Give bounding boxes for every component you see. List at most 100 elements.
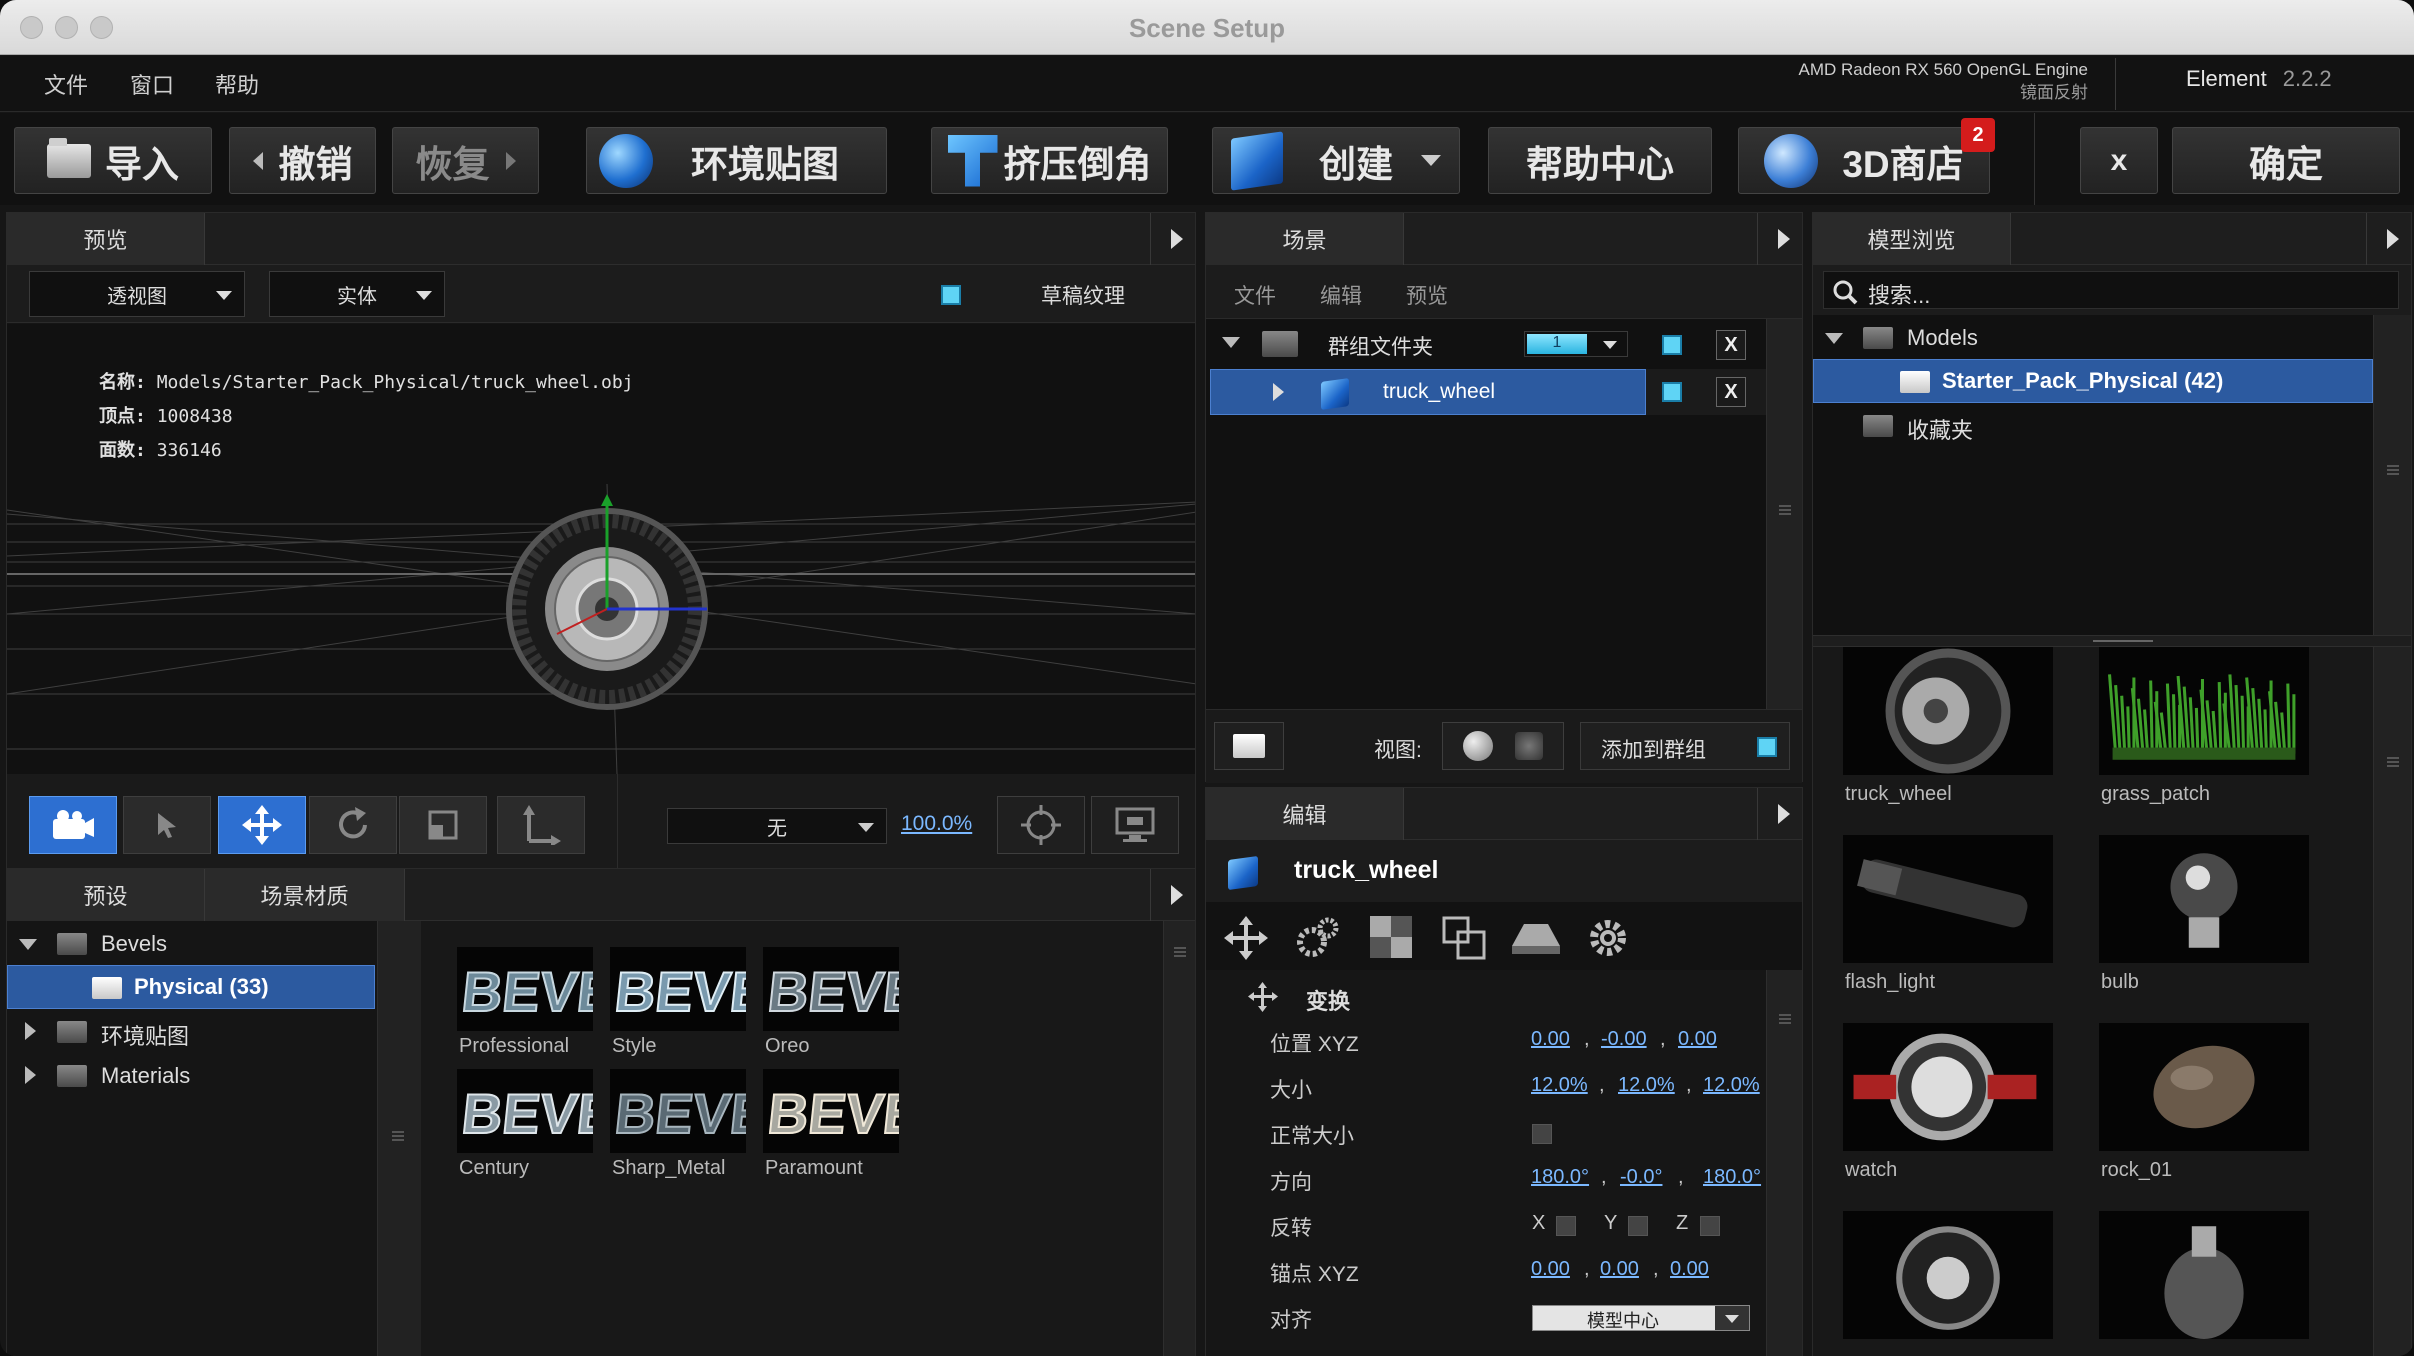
- gears-icon[interactable]: [1296, 916, 1340, 960]
- flip-x-checkbox[interactable]: [1556, 1216, 1576, 1236]
- item-visible-checkbox[interactable]: [1662, 382, 1682, 402]
- scene-subtab-file[interactable]: 文件: [1234, 280, 1276, 310]
- size-x-value[interactable]: 12.0%: [1531, 1074, 1588, 1097]
- group-delete-button[interactable]: X: [1716, 330, 1746, 360]
- align-dropdown[interactable]: 模型中心: [1532, 1305, 1750, 1331]
- size-z-value[interactable]: 12.0%: [1703, 1074, 1760, 1097]
- extrude-bevel-button[interactable]: 挤压倒角: [931, 127, 1168, 194]
- menu-help[interactable]: 帮助: [215, 68, 259, 100]
- rotate-tool-button[interactable]: [309, 796, 397, 854]
- position-z-value[interactable]: 0.00: [1678, 1028, 1717, 1051]
- undo-button[interactable]: 撤销: [229, 127, 376, 194]
- scale-tool-button[interactable]: [399, 796, 487, 854]
- model-thumbnail[interactable]: [2099, 835, 2309, 963]
- close-dialog-button[interactable]: x: [2080, 127, 2158, 194]
- bevel-thumbnail[interactable]: BEVEL: [763, 947, 959, 1031]
- bevel-thumbnail[interactable]: BEVEL: [610, 947, 806, 1031]
- add-to-group-checkbox[interactable]: [1757, 737, 1777, 757]
- normal-size-checkbox[interactable]: [1532, 1124, 1552, 1144]
- focus-target-button[interactable]: [997, 796, 1085, 854]
- model-thumbnail[interactable]: [2099, 1211, 2309, 1339]
- panel-expand-arrow-icon[interactable]: [1778, 229, 1790, 249]
- tree-item-env-maps[interactable]: 环境贴图: [7, 1009, 377, 1053]
- orientation-z-value[interactable]: 180.0°: [1703, 1166, 1761, 1189]
- model-thumbnail[interactable]: [1843, 835, 2053, 963]
- flip-y-checkbox[interactable]: [1628, 1216, 1648, 1236]
- panel-expand-arrow-icon[interactable]: [2387, 229, 2399, 249]
- tab-preview[interactable]: 预览: [7, 213, 205, 265]
- help-center-button[interactable]: 帮助中心: [1488, 127, 1712, 194]
- presets-tree-scrollbar[interactable]: [377, 921, 421, 1356]
- shade-mode-dropdown[interactable]: 实体: [269, 271, 445, 317]
- model-thumbnail[interactable]: [1843, 1023, 2053, 1151]
- model-thumbs-scrollbar[interactable]: [2373, 647, 2411, 1356]
- splitter[interactable]: [1813, 635, 2411, 647]
- menu-window[interactable]: 窗口: [130, 68, 174, 100]
- anchor-z-value[interactable]: 0.00: [1670, 1258, 1709, 1281]
- anchor-y-value[interactable]: 0.00: [1600, 1258, 1639, 1281]
- view-mode-dropdown[interactable]: 透视图: [29, 271, 245, 317]
- display-screen-button[interactable]: [1091, 796, 1179, 854]
- group-visible-checkbox[interactable]: [1662, 335, 1682, 355]
- tree-item-materials[interactable]: Materials: [7, 1053, 377, 1097]
- bevel-shape-icon[interactable]: [1510, 920, 1562, 958]
- layout-transform-icon[interactable]: [1442, 916, 1486, 960]
- bevel-thumbnail[interactable]: BEVEL: [457, 947, 653, 1031]
- item-delete-button[interactable]: X: [1716, 377, 1746, 407]
- move-tool-button[interactable]: [218, 796, 306, 854]
- bevel-thumbnail[interactable]: BEVEL: [610, 1069, 806, 1153]
- model-thumbnail[interactable]: [2099, 1023, 2309, 1151]
- import-button[interactable]: 导入: [14, 127, 212, 194]
- add-to-group-button[interactable]: 添加到群组: [1580, 722, 1790, 770]
- tree-item-physical[interactable]: Physical (33): [7, 965, 375, 1009]
- menu-file[interactable]: 文件: [44, 68, 88, 100]
- tab-edit[interactable]: 编辑: [1206, 788, 1404, 840]
- create-dropdown-button[interactable]: 创建: [1212, 127, 1460, 194]
- tree-item-models[interactable]: Models: [1813, 315, 2373, 359]
- scene-item-truck-wheel[interactable]: truck_wheel: [1210, 369, 1646, 415]
- panel-expand-arrow-icon[interactable]: [1171, 229, 1183, 249]
- search-input[interactable]: 搜索...: [1823, 271, 2399, 309]
- zoom-value[interactable]: 100.0%: [901, 812, 972, 836]
- size-y-value[interactable]: 12.0%: [1618, 1074, 1675, 1097]
- scene-group-folder[interactable]: 群组文件夹 1 X: [1206, 319, 1766, 367]
- group-count-spinner[interactable]: 1: [1524, 331, 1628, 357]
- bevel-thumbnail[interactable]: BEVEL: [457, 1069, 653, 1153]
- position-y-value[interactable]: -0.00: [1601, 1028, 1647, 1051]
- model-thumbnail[interactable]: [2099, 647, 2309, 775]
- thumbs-scrollbar[interactable]: [1163, 921, 1195, 1356]
- draft-texture-checkbox[interactable]: [941, 285, 961, 305]
- flip-z-checkbox[interactable]: [1700, 1216, 1720, 1236]
- scene-subtab-preview[interactable]: 预览: [1406, 280, 1448, 310]
- edit-scrollbar[interactable]: [1766, 970, 1802, 1356]
- browser-tree-scrollbar[interactable]: [2373, 315, 2411, 635]
- tab-presets[interactable]: 预设: [7, 869, 205, 921]
- bevel-thumbnail[interactable]: BEVEL: [763, 1069, 959, 1153]
- tab-scene[interactable]: 场景: [1206, 213, 1404, 265]
- 3d-store-button[interactable]: 3D商店 2: [1738, 118, 1995, 194]
- view-toggle-group[interactable]: [1442, 722, 1564, 770]
- gear-icon[interactable]: [1586, 916, 1630, 960]
- add-folder-button[interactable]: [1214, 722, 1284, 770]
- axis-tool-button[interactable]: [497, 796, 585, 854]
- redo-button[interactable]: 恢复: [392, 127, 539, 194]
- tree-item-favorites[interactable]: 收藏夹: [1813, 403, 2373, 447]
- orientation-x-value[interactable]: 180.0°: [1531, 1166, 1589, 1189]
- tab-scene-materials[interactable]: 场景材质: [205, 869, 405, 921]
- axis-select-dropdown[interactable]: 无: [667, 808, 887, 844]
- model-thumbnail[interactable]: [1843, 1211, 2053, 1339]
- panel-expand-arrow-icon[interactable]: [1778, 804, 1790, 824]
- tree-item-bevels[interactable]: Bevels: [7, 921, 377, 965]
- model-thumbnail[interactable]: [1843, 647, 2053, 775]
- orientation-y-value[interactable]: -0.0°: [1620, 1166, 1662, 1189]
- panel-expand-arrow-icon[interactable]: [1171, 885, 1183, 905]
- tree-item-starter-pack[interactable]: Starter_Pack_Physical (42): [1813, 359, 2373, 403]
- position-x-value[interactable]: 0.00: [1531, 1028, 1570, 1051]
- scene-scrollbar[interactable]: [1766, 319, 1802, 709]
- scene-subtab-edit[interactable]: 编辑: [1320, 280, 1362, 310]
- checker-material-icon[interactable]: [1370, 916, 1412, 958]
- select-tool-button[interactable]: [123, 796, 211, 854]
- tab-model-browser[interactable]: 模型浏览: [1813, 213, 2011, 265]
- viewport-3d[interactable]: 名称: Models/Starter_Pack_Physical/truck_w…: [7, 324, 1195, 774]
- anchor-x-value[interactable]: 0.00: [1531, 1258, 1570, 1281]
